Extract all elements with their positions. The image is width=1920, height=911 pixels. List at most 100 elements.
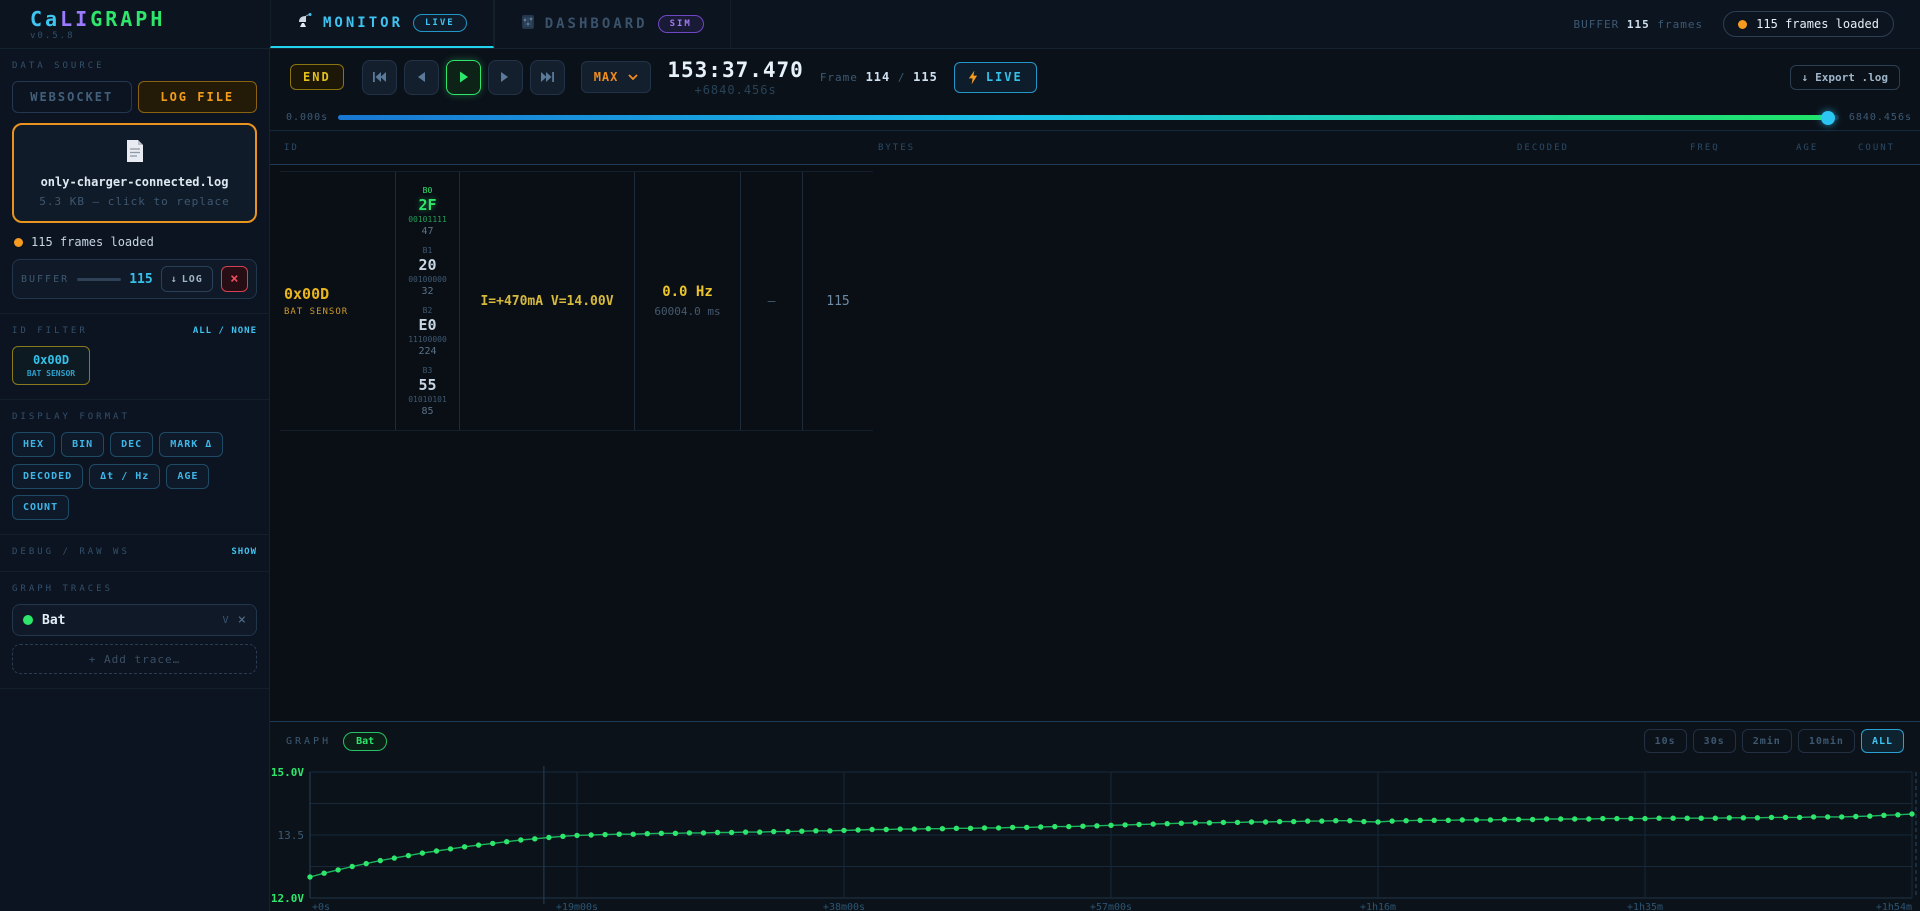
header-bytes: BYTES (878, 143, 915, 153)
skip-to-start-button[interactable] (362, 60, 397, 95)
timeline-progress (338, 115, 1828, 120)
range-10min[interactable]: 10min (1798, 729, 1855, 753)
trace-color-dot (23, 615, 33, 625)
sidebar: DATA SOURCE WEBSOCKET LOG FILE only-char… (0, 49, 270, 911)
logo-part-graph: GRAPH (90, 7, 165, 31)
app-logo: CaLIGRAPH v0.5.8 (0, 0, 270, 48)
log-file-meta: 5.3 KB — click to replace (22, 195, 247, 208)
step-forward-button[interactable] (488, 60, 523, 95)
toggle-age[interactable]: AGE (166, 464, 209, 489)
toggle-count[interactable]: COUNT (12, 495, 69, 520)
tab-monitor[interactable]: MONITOR LIVE (270, 0, 494, 48)
buffer-label: BUFFER (21, 274, 69, 285)
add-trace-button[interactable]: + Add trace… (12, 644, 257, 674)
chip-id: 0x00D (15, 353, 87, 367)
byte-1: B1 20 00100000 32 (408, 246, 447, 297)
decoded-value: I=+470mA V=14.00V (480, 294, 613, 309)
graph-traces-title: GRAPH TRACES (12, 584, 257, 594)
svg-text:12.0V: 12.0V (271, 892, 304, 905)
data-source-section: DATA SOURCE WEBSOCKET LOG FILE only-char… (0, 49, 269, 314)
jump-to-end-button[interactable]: END (290, 64, 344, 90)
buffer-frames-info: BUFFER 115 frames (1574, 18, 1704, 31)
download-log-button[interactable]: ↓ LOG (161, 266, 213, 292)
speed-value: MAX (594, 70, 619, 84)
satellite-icon (297, 13, 313, 33)
show-debug-link[interactable]: SHOW (231, 547, 257, 557)
close-icon: × (230, 271, 238, 287)
download-icon: ↓ (1802, 71, 1809, 84)
graph-panel: GRAPH Bat 10s 30s 2min 10min ALL +0s+19m… (270, 721, 1920, 911)
row-id-cell: 0x00D BAT SENSOR (280, 172, 396, 430)
range-30s[interactable]: 30s (1693, 729, 1736, 753)
range-all[interactable]: ALL (1861, 729, 1904, 753)
count-value: 115 (826, 294, 849, 309)
frames-loaded-text: 115 frames loaded (1756, 17, 1879, 31)
trace-name: Bat (42, 613, 214, 628)
skip-to-end-button[interactable] (530, 60, 565, 95)
toggle-decoded[interactable]: DECODED (12, 464, 83, 489)
display-format-title: DISPLAY FORMAT (12, 412, 257, 422)
toggle-hex[interactable]: HEX (12, 432, 55, 457)
svg-text:+1h54m: +1h54m (1876, 902, 1912, 911)
log-file-name: only-charger-connected.log (22, 175, 247, 189)
tab-monitor-label: MONITOR (323, 15, 403, 31)
live-button[interactable]: LIVE (954, 62, 1037, 93)
log-file-button[interactable]: LOG FILE (138, 81, 258, 113)
live-badge: LIVE (413, 14, 467, 32)
elapsed-seconds: +6840.456s (667, 83, 803, 97)
id-filter-title: ID FILTER (12, 326, 88, 336)
websocket-button[interactable]: WEBSOCKET (12, 81, 132, 113)
svg-text:+0s: +0s (312, 902, 330, 911)
buffer-slider[interactable] (77, 278, 121, 281)
play-button[interactable] (446, 60, 481, 95)
remove-trace-icon[interactable]: × (238, 612, 246, 628)
speed-select[interactable]: MAX (581, 61, 652, 93)
step-back-icon (415, 70, 427, 84)
timeline-handle[interactable] (1821, 111, 1835, 125)
svg-text:15.0V: 15.0V (271, 766, 304, 779)
play-icon (457, 70, 469, 84)
all-none-link[interactable]: ALL / NONE (193, 326, 257, 336)
knobs-icon (521, 14, 535, 34)
debug-section: DEBUG / RAW WS SHOW (0, 535, 269, 572)
time-display: 153:37.470 +6840.456s (667, 58, 803, 97)
range-2min[interactable]: 2min (1742, 729, 1792, 753)
age-value: — (768, 294, 776, 309)
table-row[interactable]: 0x00D BAT SENSOR B0 2F 00101111 47 B1 20… (280, 171, 873, 431)
toggle-bin[interactable]: BIN (61, 432, 104, 457)
trace-item-bat[interactable]: Bat V × (12, 604, 257, 636)
skip-start-icon (372, 70, 387, 84)
header-count: COUNT (1858, 143, 1895, 153)
byte-2: B2 E0 11100000 224 (408, 306, 447, 357)
status-dot-icon (14, 238, 23, 247)
sim-badge: SIM (658, 15, 704, 33)
row-count-cell: 115 (803, 172, 873, 430)
range-10s[interactable]: 10s (1644, 729, 1687, 753)
clear-buffer-button[interactable]: × (221, 266, 248, 292)
live-button-label: LIVE (986, 70, 1023, 84)
id-filter-chip-0x00d[interactable]: 0x00D BAT SENSOR (12, 346, 90, 385)
row-name: BAT SENSOR (284, 307, 395, 317)
log-file-dropzone[interactable]: only-charger-connected.log 5.3 KB — clic… (12, 123, 257, 223)
toggle-dec[interactable]: DEC (110, 432, 153, 457)
header-id: ID (284, 143, 299, 153)
header-decoded: DECODED (1517, 143, 1569, 153)
byte-3: B3 55 01010101 85 (408, 366, 447, 417)
step-back-button[interactable] (404, 60, 439, 95)
toggle-dt-hz[interactable]: Δt / Hz (89, 464, 160, 489)
graph-trace-chip-bat[interactable]: Bat (343, 732, 387, 751)
battery-chart[interactable]: +0s+19m00s+38m00s+57m00s+1h16m+1h35m+1h5… (270, 760, 1920, 911)
download-icon: ↓ (171, 274, 178, 285)
toggle-mark-delta[interactable]: MARK Δ (159, 432, 223, 457)
export-log-button[interactable]: ↓ Export .log (1790, 65, 1900, 90)
frames-list: 0x00D BAT SENSOR B0 2F 00101111 47 B1 20… (270, 165, 1920, 721)
debug-title: DEBUG / RAW WS (12, 547, 130, 557)
tab-dashboard[interactable]: DASHBOARD SIM (494, 0, 731, 48)
period-value: 60004.0 ms (654, 305, 720, 318)
graph-range-buttons: 10s 30s 2min 10min ALL (1644, 729, 1904, 753)
timeline-scrubber[interactable] (338, 115, 1839, 120)
byte-0: B0 2F 00101111 47 (408, 186, 447, 237)
file-icon (125, 148, 145, 167)
chevron-down-icon (628, 74, 638, 80)
frames-loaded-pill: 115 frames loaded (1723, 11, 1894, 37)
